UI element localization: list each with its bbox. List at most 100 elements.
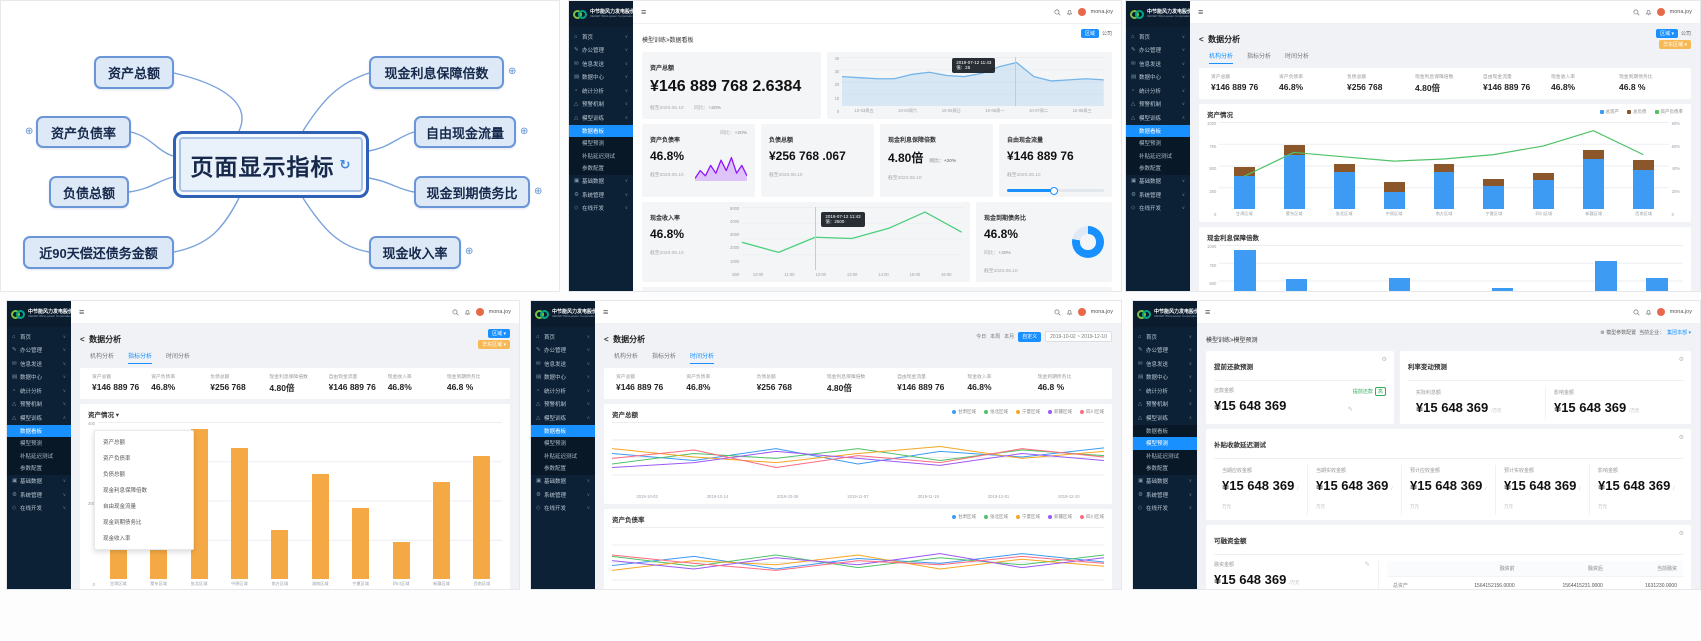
sidebar-subitem[interactable]: 参数配置 [1126, 162, 1190, 175]
sidebar-item[interactable]: ▣ 基础数据 ∨ [1133, 475, 1197, 489]
sidebar-item[interactable]: ◇ 在线开发 ∨ [1126, 202, 1190, 216]
sidebar-subitem[interactable]: 参数配置 [569, 162, 633, 175]
cash-income-line-chart[interactable]: 2019-07-12 11:43 值：2500 [742, 207, 962, 270]
filter-custom[interactable]: 自定义 [1018, 332, 1041, 342]
company-toggle[interactable]: 公司 [1102, 30, 1112, 37]
sidebar-item[interactable]: ▤ 数据中心 ∨ [7, 371, 71, 385]
sidebar-item[interactable]: ⌂ 首页 ∨ [1126, 30, 1190, 44]
sidebar-item[interactable]: ▣ 基础数据 ∨ [569, 175, 633, 189]
hamburger-menu-icon[interactable]: ≡ [79, 307, 84, 317]
user-avatar[interactable] [1657, 8, 1665, 16]
sidebar-item[interactable]: ⚙ 系统管理 ∨ [7, 488, 71, 502]
sidebar-item[interactable]: ▣ 基础数据 ∨ [531, 475, 595, 489]
sidebar-item[interactable]: ✎ 办公管理 ∨ [7, 344, 71, 358]
bell-icon[interactable] [1645, 9, 1652, 16]
sidebar-item[interactable]: ▣ 基础数据 ∨ [7, 475, 71, 489]
dropdown-option[interactable]: 资产负债率 [98, 450, 190, 466]
sidebar-subitem[interactable]: 补贴延迟测试 [531, 450, 595, 463]
sidebar-item[interactable]: ◇ 在线开发 ∨ [569, 202, 633, 216]
sidebar-item[interactable]: ⌂ 首页 ∨ [7, 330, 71, 344]
user-avatar[interactable] [1657, 308, 1665, 316]
interest-cover-bar-chart[interactable] [1219, 245, 1683, 291]
expand-icon[interactable]: ⊕ [534, 187, 542, 197]
tab-time-analysis[interactable]: 时间分析 [1285, 51, 1309, 64]
dropdown-option[interactable]: 资产总额 [98, 434, 190, 450]
legend-item[interactable]: 张北区域 [984, 409, 1008, 415]
dropdown-option[interactable]: 自由现金流量 [98, 498, 190, 514]
current-company-select[interactable]: 集团本部 ▾ [1667, 329, 1691, 336]
search-icon[interactable] [452, 309, 459, 316]
company-toggle[interactable]: 公司 [1681, 30, 1691, 37]
gear-icon[interactable]: ⚙ [1382, 356, 1387, 363]
sidebar-item[interactable]: △ 预警机制 ∨ [7, 398, 71, 412]
filter-this-week[interactable]: 本周 [990, 333, 1000, 340]
hamburger-menu-icon[interactable]: ≡ [1198, 7, 1203, 17]
mindmap-node-debt-ratio[interactable]: 资产负债率 [36, 116, 131, 148]
bell-icon[interactable] [1645, 309, 1652, 316]
expand-icon[interactable]: ⊕ [25, 127, 33, 137]
sidebar-subitem[interactable]: 模型预测 [7, 437, 71, 450]
dropdown-option[interactable]: 现金利息保障倍数 [98, 482, 190, 498]
sidebar-item[interactable]: ⚙ 系统管理 ∨ [569, 188, 633, 202]
region-chip[interactable]: 区域 ▾ [1656, 29, 1678, 38]
sidebar-item[interactable]: ▤ 数据中心 ∨ [1126, 71, 1190, 85]
legend-item[interactable]: 甘肃区域 [952, 409, 976, 415]
legend-item[interactable]: 宁夏区域 [1016, 514, 1040, 520]
sidebar-item[interactable]: ⌂ 首页 ∨ [569, 30, 633, 44]
mindmap-center-node[interactable]: 页面显示指标 ↻ [173, 131, 369, 198]
legend-item[interactable]: 四川区域 [1080, 409, 1104, 415]
legend-item[interactable]: 新疆区域 [1048, 409, 1072, 415]
edit-icon[interactable]: ✎ [1365, 561, 1370, 568]
mindmap-node-free-cash[interactable]: 自由现金流量 [414, 116, 516, 148]
legend-item[interactable]: 总负债 [1627, 109, 1647, 115]
tab-org-analysis[interactable]: 机构分析 [90, 351, 114, 364]
mindmap-node-cash-income[interactable]: 现金收入率 [369, 236, 461, 269]
sidebar-item[interactable]: ✉ 信息发送 ∨ [7, 357, 71, 371]
date-range-input[interactable]: 2019-10-02 ~ 2019-12-10 [1045, 331, 1112, 342]
legend-item[interactable]: 资产负债率 [1655, 109, 1684, 115]
sidebar-item[interactable]: ✉ 信息发送 ∨ [1126, 57, 1190, 71]
sidebar-item[interactable]: ⚙ 系统管理 ∨ [531, 488, 595, 502]
user-name[interactable]: mona.joy [489, 309, 511, 315]
tab-org-analysis[interactable]: 机构分析 [1209, 51, 1233, 64]
sidebar-subitem[interactable]: 数据看板 [569, 125, 633, 138]
sidebar-item[interactable]: ✎ 办公管理 ∨ [1133, 344, 1197, 358]
sidebar-item[interactable]: ▤ 数据中心 ∨ [531, 371, 595, 385]
sidebar-item[interactable]: ◔ 统计分析 ∨ [1133, 384, 1197, 398]
sidebar-item[interactable]: △ 预警机制 ∨ [569, 98, 633, 112]
hamburger-menu-icon[interactable]: ≡ [1205, 307, 1210, 317]
legend-item[interactable]: 甘肃区域 [952, 514, 976, 520]
sidebar-item-model-training[interactable]: △ 模型训练 ∧ [1126, 111, 1190, 125]
sidebar-item[interactable]: ◔ 统计分析 ∨ [7, 384, 71, 398]
region-chip[interactable]: 区域 ▾ [488, 329, 510, 338]
search-icon[interactable] [1054, 9, 1061, 16]
bell-icon[interactable] [1066, 9, 1073, 16]
user-name[interactable]: mona.joy [1091, 309, 1113, 315]
expand-icon[interactable]: ⊕ [508, 67, 516, 77]
sidebar-subitem[interactable]: 模型预测 [1126, 137, 1190, 150]
sidebar-item[interactable]: △ 预警机制 ∨ [1133, 398, 1197, 412]
sidebar-subitem[interactable]: 模型预测 [531, 437, 595, 450]
sidebar-item[interactable]: ⌂ 首页 ∨ [1133, 330, 1197, 344]
legend-item[interactable]: 新疆区域 [1048, 514, 1072, 520]
sidebar-subitem[interactable]: 补贴延迟测试 [569, 150, 633, 163]
sidebar-item[interactable]: ⚙ 系统管理 ∨ [1133, 488, 1197, 502]
sidebar-item[interactable]: ✎ 办公管理 ∨ [1126, 44, 1190, 58]
dropdown-option[interactable]: 现金收入率 [98, 530, 190, 546]
gear-icon[interactable]: ⚙ [1679, 356, 1684, 363]
sidebar-item[interactable]: ◇ 在线开发 ∨ [7, 502, 71, 516]
user-name[interactable]: mona.joy [1670, 309, 1692, 315]
tab-time-analysis[interactable]: 时间分析 [166, 351, 190, 364]
sidebar-item-model-training[interactable]: △ 模型训练 ∧ [7, 411, 71, 425]
search-icon[interactable] [1633, 309, 1640, 316]
sidebar-subitem[interactable]: 数据看板 [531, 425, 595, 438]
debt-ratio-multiline-chart[interactable] [612, 527, 1104, 589]
tab-indicator-analysis[interactable]: 指标分析 [1247, 51, 1271, 64]
legend-item[interactable]: 宁夏区域 [1016, 409, 1040, 415]
sidebar-item[interactable]: ◔ 统计分析 ∨ [1126, 84, 1190, 98]
sidebar-item[interactable]: ◔ 统计分析 ∨ [569, 84, 633, 98]
filter-this-month[interactable]: 本月 [1004, 333, 1014, 340]
sidebar-item[interactable]: △ 预警机制 ∨ [1126, 98, 1190, 112]
sidebar-item[interactable]: △ 预警机制 ∨ [531, 398, 595, 412]
hamburger-menu-icon[interactable]: ≡ [641, 7, 646, 17]
